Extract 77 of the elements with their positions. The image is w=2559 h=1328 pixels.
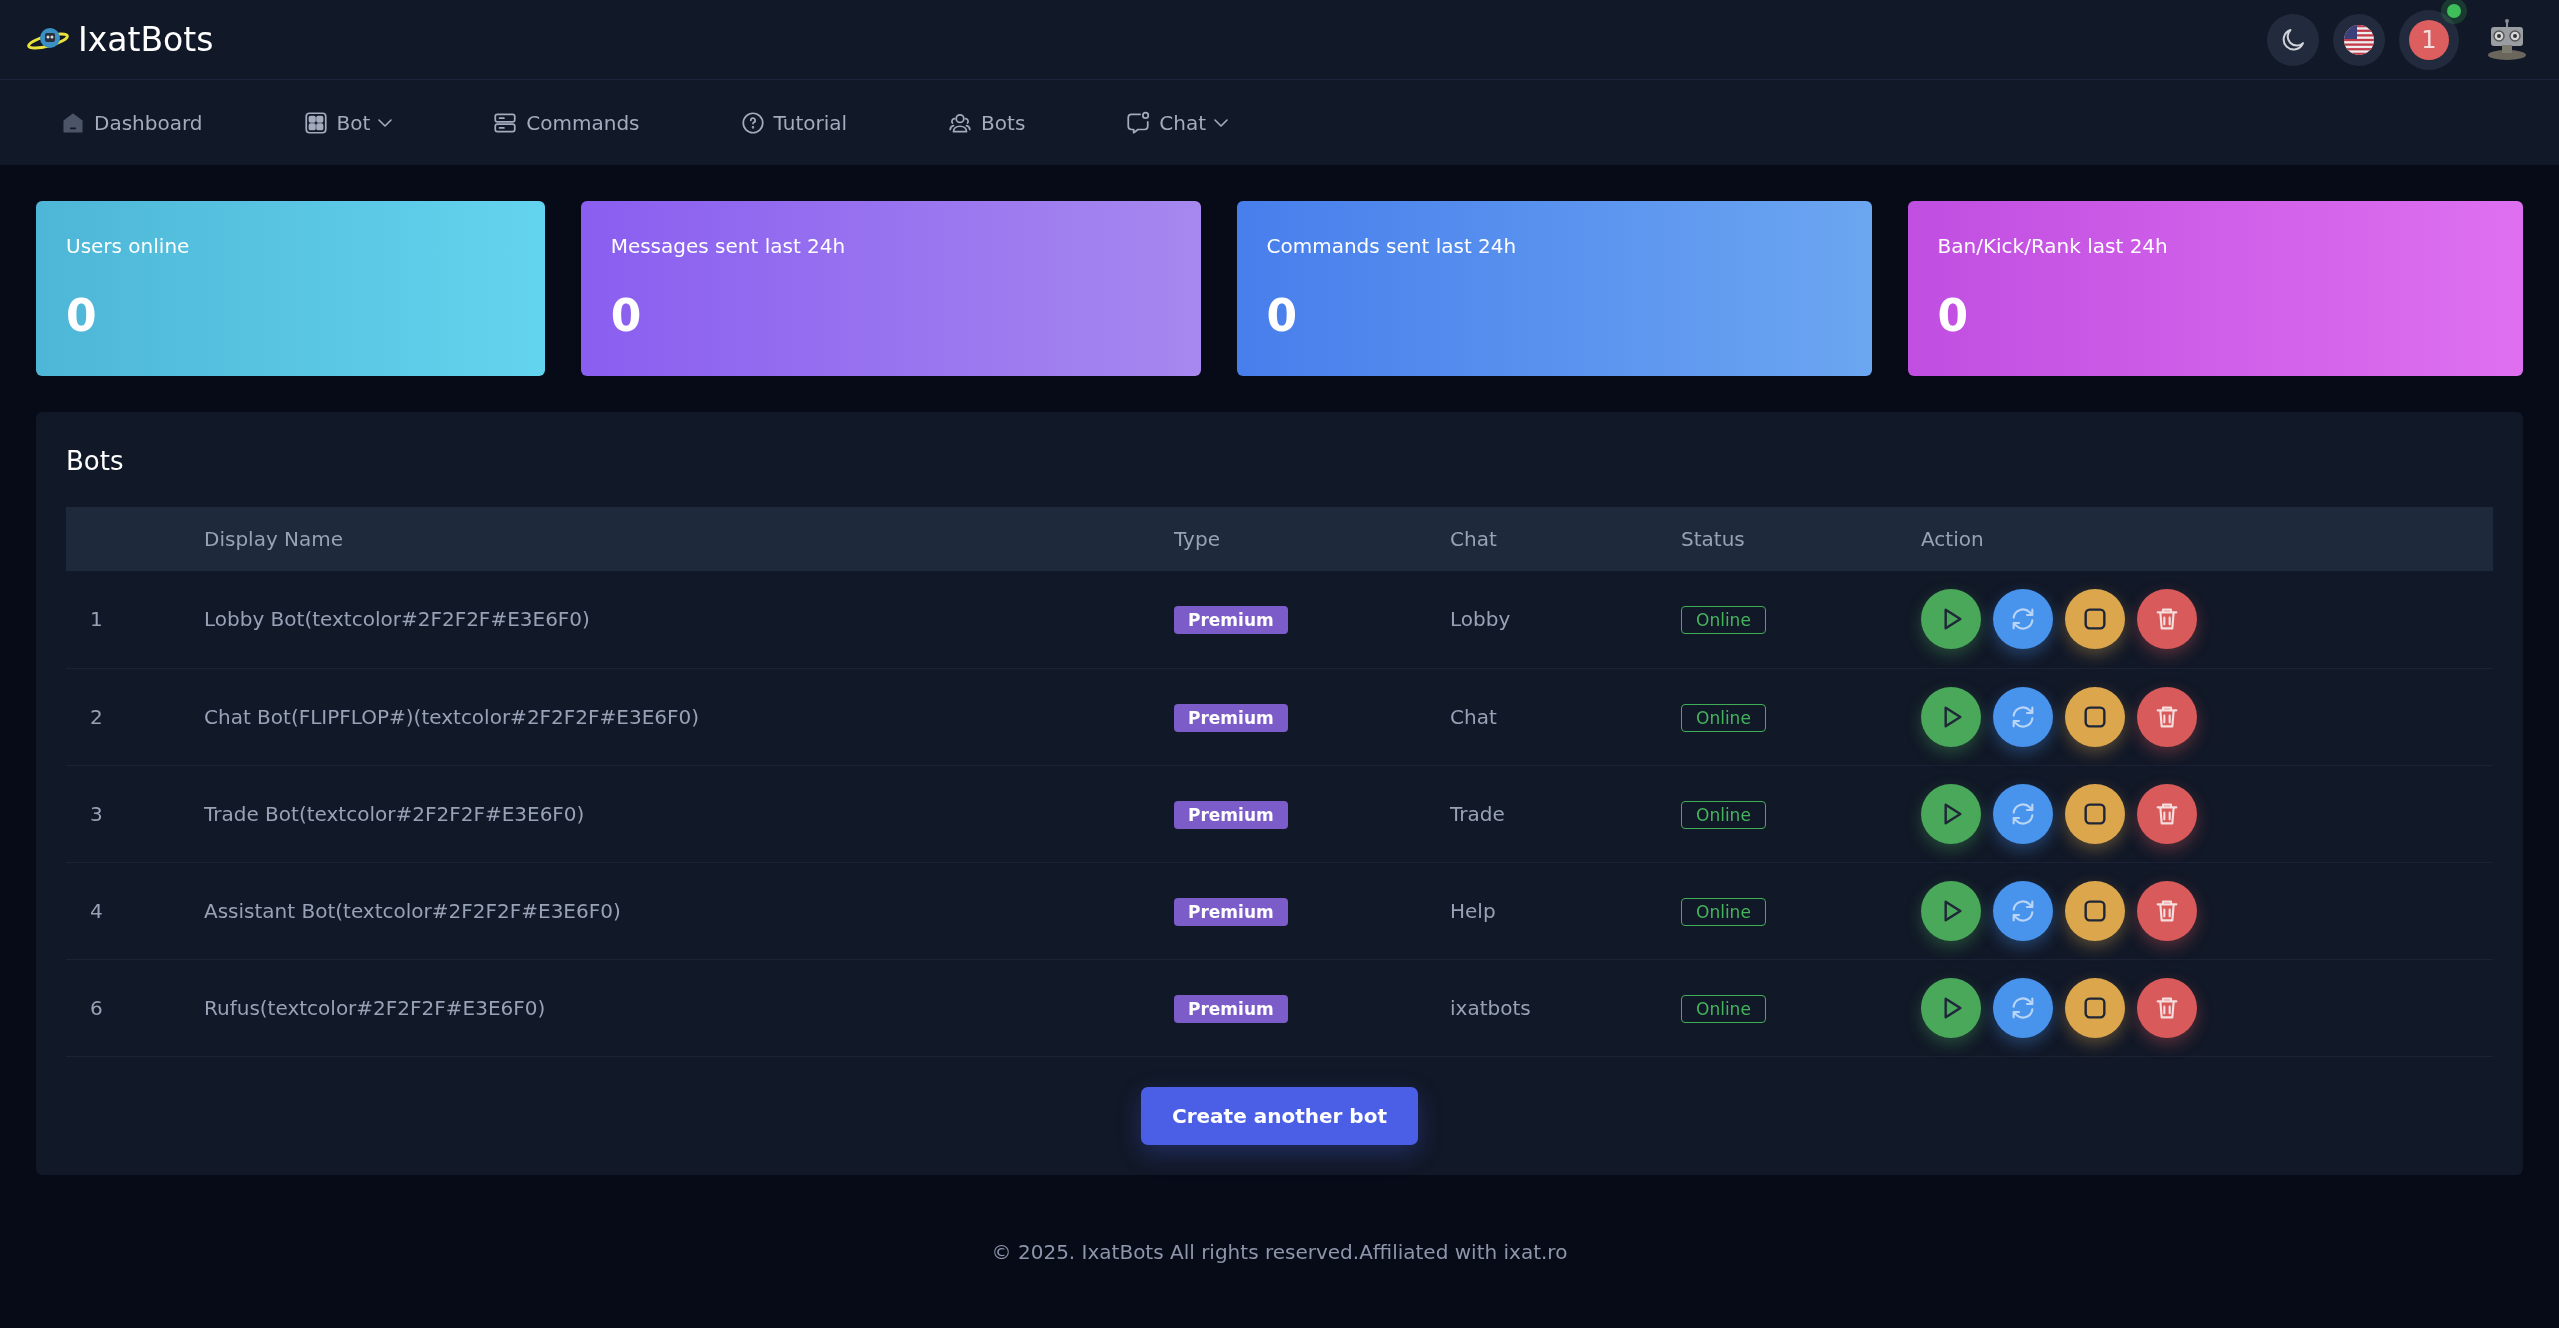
column-header: Display Name [203,507,1173,571]
type-badge: Premium [1174,703,1288,732]
type-badge: Premium [1174,606,1288,635]
restart-button[interactable] [1993,880,2053,941]
column-header: Status [1680,507,1920,571]
delete-button[interactable] [2137,783,2197,844]
row-number: 6 [66,959,203,1056]
restart-button[interactable] [1993,686,2053,747]
display-name-cell: Lobby Bot(textcolor#2F2F2F#E3E6F0) [203,571,1173,668]
stop-button[interactable] [2065,783,2125,844]
chat-cell: Lobby [1449,571,1680,668]
nav-link[interactable]: Dashboard [60,107,203,138]
start-button[interactable] [1921,977,1981,1038]
start-button[interactable] [1921,783,1981,844]
footer-text: © 2025. IxatBots All rights reserved.Affiliated with ixat.ro [990,1238,1569,1266]
delete-button[interactable] [2137,880,2197,941]
status-badge: Online [1681,994,1766,1023]
display-name-cell: Chat Bot(FLIPFLOP#)(textcolor#2F2F2F#E3E6F0) [203,668,1173,765]
status-badge: Online [1681,703,1766,732]
caret-icon [1214,118,1229,127]
delete-button[interactable] [2137,589,2197,650]
grid-icon [302,109,329,136]
nav-link[interactable]: Bots [947,107,1026,138]
nav-link[interactable]: Bot [302,107,393,138]
type-badge: Premium [1174,994,1288,1023]
status-badge: Online [1681,897,1766,926]
stat-label: Users online [66,233,191,260]
stat-value: 0 [610,289,643,343]
row-number: 4 [66,862,203,959]
panel-title: Bots [66,445,125,478]
stop-button[interactable] [2065,686,2125,747]
stat-label: Messages sent last 24h [610,233,847,260]
chat-cell: Help [1449,862,1680,959]
start-button[interactable] [1921,686,1981,747]
status-badge: Online [1681,606,1766,635]
start-button[interactable] [1921,880,1981,941]
row-number: 2 [66,668,203,765]
type-badge: Premium [1174,897,1288,926]
delete-button[interactable] [2137,686,2197,747]
row-number: 1 [66,571,203,668]
stat-label: Commands sent last 24h [1266,233,1518,260]
stop-button[interactable] [2065,880,2125,941]
flag-icon [2344,24,2374,55]
stat-label: Ban/Kick/Rank last 24h [1937,233,2169,260]
chat-cell: Trade [1449,765,1680,862]
nav-link[interactable]: Tutorial [739,107,848,138]
brand-name[interactable]: IxatBots [78,14,214,65]
nav-link[interactable]: Commands [492,107,640,138]
column-header: Action [1920,507,2493,571]
stat-value: 0 [66,289,98,343]
caret-icon [378,118,393,127]
start-button[interactable] [1921,589,1981,650]
create-bot-button[interactable]: Create another bot [1141,1086,1418,1145]
display-name-cell: Assistant Bot(textcolor#2F2F2F#E3E6F0) [203,862,1173,959]
restart-button[interactable] [1993,589,2053,650]
status-dot [2447,3,2461,18]
stop-button[interactable] [2065,977,2125,1038]
chat-icon [1125,109,1152,136]
row-number: 3 [66,765,203,862]
restart-button[interactable] [1993,977,2053,1038]
chat-cell: ixatbots [1449,959,1680,1056]
display-name-cell: Trade Bot(textcolor#2F2F2F#E3E6F0) [203,765,1173,862]
display-name-cell: Rufus(textcolor#2F2F2F#E3E6F0) [203,959,1173,1056]
column-header: Type [1173,507,1449,571]
stat-value: 0 [1937,289,1970,343]
status-badge: Online [1681,800,1766,829]
nav-link[interactable]: Chat [1125,107,1229,138]
robot-icon [2486,17,2528,62]
stat-value: 0 [1266,289,1299,343]
stop-button[interactable] [2065,589,2125,650]
type-badge: Premium [1174,800,1288,829]
column-header: Chat [1449,507,1680,571]
restart-button[interactable] [1993,783,2053,844]
help-icon [739,109,766,136]
delete-button[interactable] [2137,977,2197,1038]
chat-cell: Chat [1449,668,1680,765]
notification-count: 1 [2409,19,2449,60]
